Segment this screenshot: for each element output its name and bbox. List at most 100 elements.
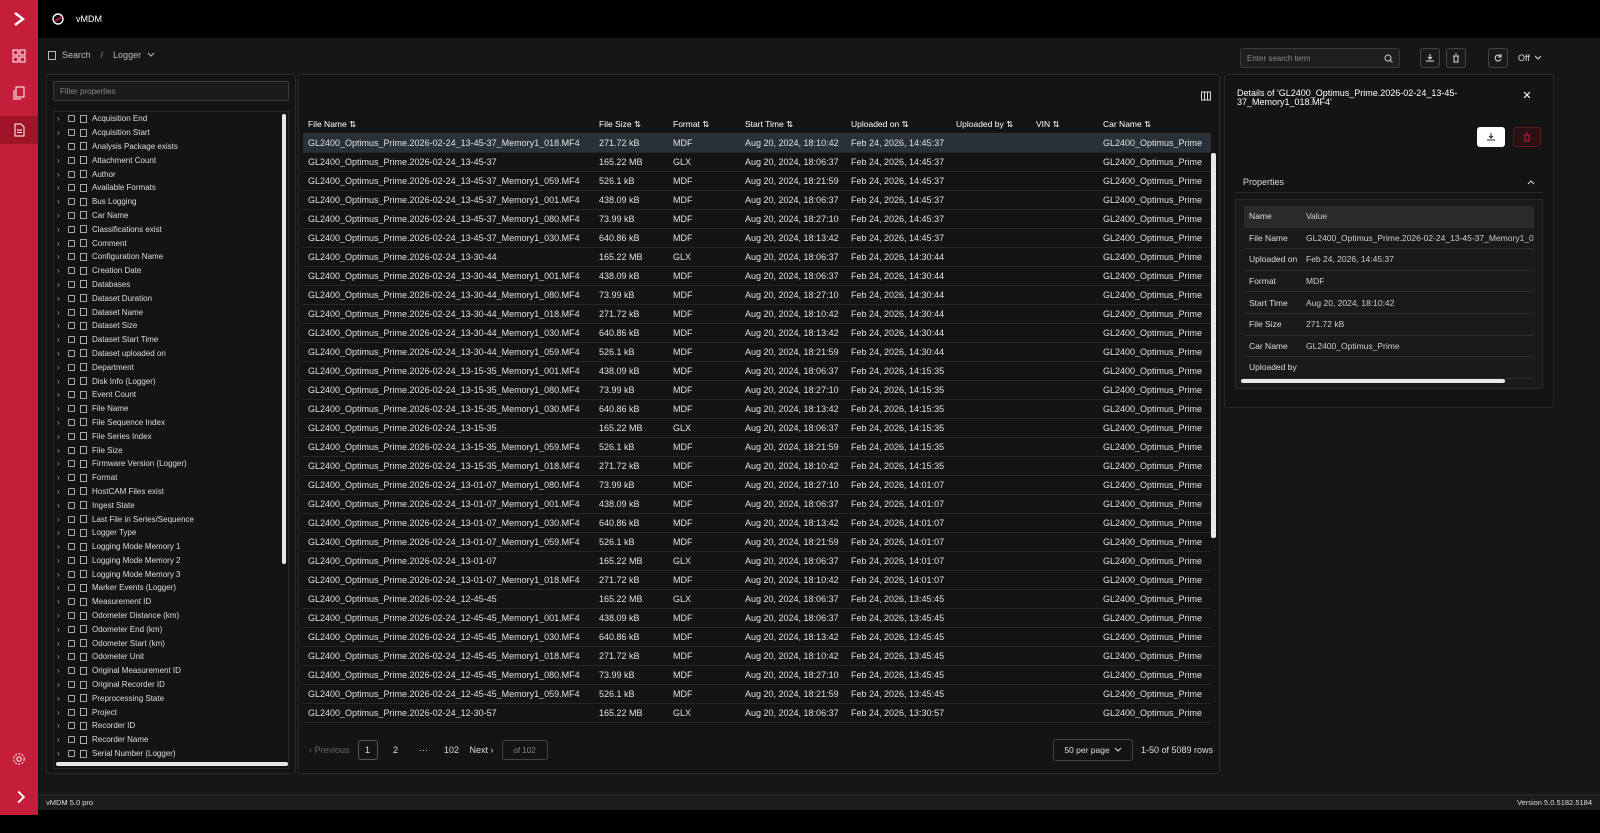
property-tree-item[interactable]: › Odometer Unit	[54, 650, 288, 664]
columns-icon[interactable]	[1201, 91, 1211, 101]
property-tree-item[interactable]: › Project	[54, 705, 288, 719]
settings-gear-icon[interactable]	[12, 752, 26, 766]
sort-icon[interactable]: ⇅	[1006, 119, 1013, 129]
vertical-scrollbar[interactable]	[282, 114, 286, 564]
table-row[interactable]: GL2400_Optimus_Prime.2026-02-24_13-30-44…	[303, 286, 1211, 305]
page-jump-input[interactable]: of 102	[501, 740, 548, 760]
chevron-right-icon[interactable]: ›	[57, 611, 63, 620]
property-checkbox[interactable]	[68, 694, 75, 702]
table-row[interactable]: GL2400_Optimus_Prime.2026-02-24_13-45-37…	[303, 134, 1211, 153]
chevron-right-icon[interactable]: ›	[57, 459, 63, 468]
property-tree-item[interactable]: › Car Name	[54, 209, 288, 223]
chevron-right-icon[interactable]: ›	[57, 652, 63, 661]
sort-icon[interactable]: ⇅	[634, 119, 641, 129]
property-tree-item[interactable]: › Acquisition End	[54, 112, 288, 126]
table-row[interactable]: GL2400_Optimus_Prime.2026-02-24_13-45-37…	[303, 191, 1211, 210]
property-tree-item[interactable]: › Logging Mode Memory 1	[54, 540, 288, 554]
breadcrumb-logger[interactable]: Logger	[113, 50, 141, 60]
chevron-right-icon[interactable]: ›	[57, 321, 63, 330]
table-row[interactable]: GL2400_Optimus_Prime.2026-02-24_12-30-57…	[303, 704, 1211, 723]
property-tree-item[interactable]: › Measurement ID	[54, 595, 288, 609]
chevron-right-icon[interactable]: ›	[57, 694, 63, 703]
chevron-down-icon[interactable]	[147, 52, 155, 58]
table-row[interactable]: GL2400_Optimus_Prime.2026-02-24_12-45-45…	[303, 685, 1211, 704]
page-102-button[interactable]: 102	[442, 740, 462, 760]
chevron-right-icon[interactable]: ›	[57, 142, 63, 151]
delete-button[interactable]	[1446, 48, 1466, 68]
chevron-right-icon[interactable]: ›	[57, 473, 63, 482]
property-checkbox[interactable]	[68, 584, 75, 592]
chevron-right-icon[interactable]: ›	[57, 583, 63, 592]
property-tree-item[interactable]: › Author	[54, 167, 288, 181]
chevron-right-icon[interactable]: ›	[57, 749, 63, 758]
chevron-right-icon[interactable]: ›	[57, 114, 63, 123]
table-row[interactable]: GL2400_Optimus_Prime.2026-02-24_13-15-35…	[303, 438, 1211, 457]
page-2-button[interactable]: 2	[386, 740, 406, 760]
previous-page-button[interactable]: ‹ Previous	[309, 745, 350, 755]
chevron-right-icon[interactable]: ›	[57, 528, 63, 537]
chevron-right-icon[interactable]: ›	[57, 446, 63, 455]
column-header[interactable]: VIN ⇅	[1031, 119, 1098, 130]
chevron-right-icon[interactable]: ›	[57, 211, 63, 220]
chevron-right-icon[interactable]: ›	[57, 183, 63, 192]
property-checkbox[interactable]	[68, 612, 75, 620]
chevron-right-icon[interactable]: ›	[57, 308, 63, 317]
property-tree-item[interactable]: › HostCAM Files exist	[54, 485, 288, 499]
property-checkbox[interactable]	[68, 170, 75, 178]
search-icon[interactable]	[1384, 54, 1393, 63]
chevron-right-icon[interactable]: ›	[57, 418, 63, 427]
property-checkbox[interactable]	[68, 349, 75, 357]
chevron-right-icon[interactable]: ›	[57, 487, 63, 496]
refresh-button[interactable]	[1488, 48, 1508, 68]
property-checkbox[interactable]	[68, 515, 75, 523]
property-tree-item[interactable]: › File Size	[54, 443, 288, 457]
table-row[interactable]: GL2400_Optimus_Prime.2026-02-24_13-15-35…	[303, 419, 1211, 438]
chevron-right-icon[interactable]: ›	[57, 708, 63, 717]
property-tree-item[interactable]: › Odometer Start (km)	[54, 636, 288, 650]
property-checkbox[interactable]	[68, 322, 75, 330]
property-checkbox[interactable]	[68, 225, 75, 233]
property-checkbox[interactable]	[68, 198, 75, 206]
property-checkbox[interactable]	[68, 280, 75, 288]
property-tree-item[interactable]: › Bus Logging	[54, 195, 288, 209]
table-row[interactable]: GL2400_Optimus_Prime.2026-02-24_13-01-07…	[303, 514, 1211, 533]
sort-icon[interactable]: ⇅	[349, 119, 356, 129]
chevron-right-icon[interactable]: ›	[57, 570, 63, 579]
property-tree-item[interactable]: › Classifications exist	[54, 222, 288, 236]
column-header[interactable]: Start Time ⇅	[740, 119, 846, 130]
property-checkbox[interactable]	[68, 501, 75, 509]
property-tree-item[interactable]: › Recorder Name	[54, 733, 288, 747]
nav-dashboard[interactable]	[0, 42, 38, 70]
chevron-right-icon[interactable]: ›	[57, 128, 63, 137]
property-checkbox[interactable]	[68, 115, 75, 123]
chevron-right-icon[interactable]: ›	[57, 225, 63, 234]
chevron-right-icon[interactable]: ›	[57, 252, 63, 261]
property-checkbox[interactable]	[68, 432, 75, 440]
expand-chevron-icon[interactable]	[0, 5, 38, 33]
sort-icon[interactable]: ⇅	[1053, 119, 1060, 129]
property-checkbox[interactable]	[68, 722, 75, 730]
table-row[interactable]: GL2400_Optimus_Prime.2026-02-24_12-45-45…	[303, 609, 1211, 628]
property-tree-item[interactable]: › Available Formats	[54, 181, 288, 195]
property-checkbox[interactable]	[68, 446, 75, 454]
column-header[interactable]: Uploaded by ⇅	[951, 119, 1031, 130]
chevron-right-icon[interactable]: ›	[57, 170, 63, 179]
chevron-right-icon[interactable]: ›	[57, 404, 63, 413]
next-page-button[interactable]: Next ›	[470, 745, 494, 755]
property-tree-item[interactable]: › Marker Events (Logger)	[54, 581, 288, 595]
property-tree-item[interactable]: › Odometer Distance (km)	[54, 609, 288, 623]
sort-icon[interactable]: ⇅	[702, 119, 709, 129]
property-checkbox[interactable]	[68, 736, 75, 744]
property-tree-item[interactable]: › Last File in Series/Sequence	[54, 512, 288, 526]
property-tree-item[interactable]: › Databases	[54, 278, 288, 292]
property-tree-item[interactable]: › Ingest State	[54, 498, 288, 512]
property-checkbox[interactable]	[68, 750, 75, 758]
property-checkbox[interactable]	[68, 570, 75, 578]
nav-documents[interactable]	[0, 79, 38, 107]
breadcrumb-search[interactable]: Search	[62, 50, 91, 60]
table-row[interactable]: GL2400_Optimus_Prime.2026-02-24_13-30-44…	[303, 305, 1211, 324]
property-tree-item[interactable]: › Logger Type	[54, 526, 288, 540]
table-row[interactable]: GL2400_Optimus_Prime.2026-02-24_13-45-37…	[303, 210, 1211, 229]
sort-icon[interactable]: ⇅	[786, 119, 793, 129]
property-tree-item[interactable]: › Format	[54, 471, 288, 485]
